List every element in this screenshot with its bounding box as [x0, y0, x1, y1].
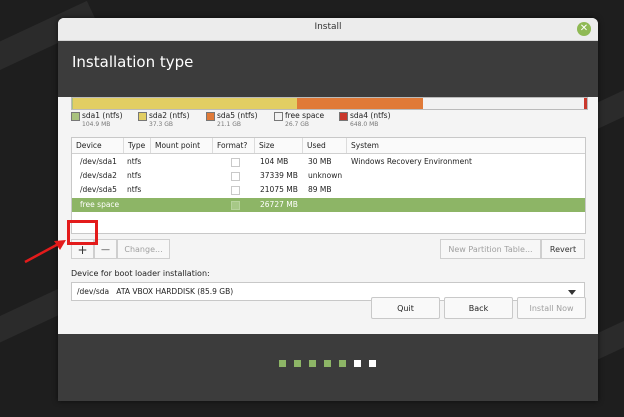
annotation-arrow-icon	[24, 240, 66, 264]
